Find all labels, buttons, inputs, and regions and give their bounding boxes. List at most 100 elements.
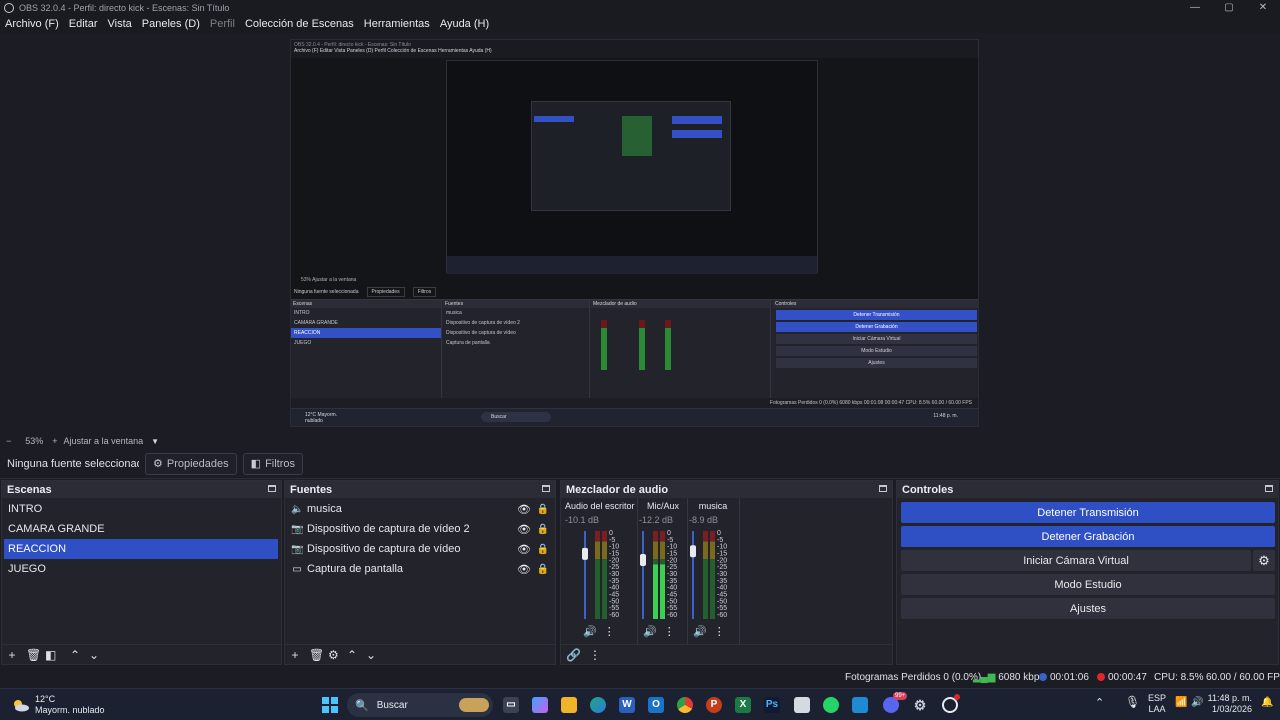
scene-item-juego[interactable]: JUEGO (2, 559, 281, 579)
lock-icon[interactable]: 🔒 (537, 504, 549, 515)
eye-icon[interactable]: 👁 (517, 563, 531, 576)
source-item-musica[interactable]: 🔈 musica 👁 🔒 (285, 499, 555, 519)
language-code: ESP (1148, 693, 1167, 703)
channel-meter[interactable]: 0-5-10-15-20-25-30-35-40-45-50-55-60 (639, 529, 687, 623)
filter-icon[interactable]: ◧ (45, 648, 56, 662)
wifi-icon[interactable]: 📶 (1175, 697, 1187, 708)
media-player-icon[interactable] (852, 697, 868, 713)
eye-icon[interactable]: 👁 (517, 523, 531, 536)
zoom-in-button[interactable]: + (52, 436, 57, 446)
studio-mode-button[interactable]: Modo Estudio (901, 574, 1275, 595)
store-icon[interactable] (794, 697, 810, 713)
chevron-down-icon[interactable]: ▼ (151, 437, 159, 446)
outlook-icon[interactable]: O (648, 697, 664, 713)
scene-item-reaccion[interactable]: REACCION (4, 539, 278, 559)
source-item-capture-2[interactable]: 📷 Dispositivo de captura de vídeo 2 👁 🔒 (285, 519, 555, 539)
scene-item-camara-grande[interactable]: CAMARA GRANDE (2, 519, 281, 539)
whatsapp-icon[interactable] (823, 697, 839, 713)
trash-icon[interactable]: 🗑 (26, 648, 41, 662)
lock-icon[interactable]: 🔒 (537, 524, 549, 535)
fader-handle[interactable] (582, 547, 588, 560)
gear-icon[interactable]: ⚙ (1253, 550, 1275, 571)
undock-icon[interactable] (268, 485, 276, 492)
settings-button[interactable]: Ajustes (901, 598, 1275, 619)
weather-widget[interactable]: 12°C Mayorm. nublado (10, 694, 105, 716)
excel-icon[interactable]: X (735, 697, 751, 713)
more-options-icon[interactable]: ⋮ (714, 626, 725, 638)
volume-icon[interactable]: 🔊 (1191, 697, 1203, 708)
speaker-icon[interactable]: 🔊 (643, 626, 657, 638)
search-highlight-icon (459, 698, 489, 712)
properties-button[interactable]: ⚙ Propiedades (145, 452, 237, 475)
stop-recording-button[interactable]: Detener Grabación (901, 526, 1275, 547)
zoom-fit-label[interactable]: Ajustar a la ventana (64, 436, 144, 446)
photoshop-icon[interactable]: Ps (764, 697, 780, 713)
menu-paneles[interactable]: Paneles (D) (142, 18, 200, 30)
more-options-icon[interactable]: ⋮ (589, 648, 601, 662)
add-scene-icon[interactable]: + (7, 648, 17, 662)
signal-bars-icon: ▂▄▆ (973, 672, 996, 683)
start-virtual-camera-button[interactable]: Iniciar Cámara Virtual (901, 550, 1251, 571)
windows-start-icon[interactable] (322, 697, 338, 713)
preview-canvas[interactable]: OBS 32.0.4 - Perfil: directo kick - Esce… (290, 39, 979, 427)
menu-coleccion-escenas[interactable]: Colección de Escenas (245, 18, 354, 30)
stop-stream-button[interactable]: Detener Transmisión (901, 502, 1275, 523)
taskbar-search[interactable]: 🔍 Buscar (347, 693, 493, 717)
scene-item-intro[interactable]: INTRO (2, 499, 281, 519)
speaker-icon[interactable]: 🔊 (583, 626, 597, 638)
menu-editar[interactable]: Editar (69, 18, 98, 30)
meter-yellow-zone (602, 541, 607, 560)
copilot-icon[interactable] (532, 697, 548, 713)
clock[interactable]: 11:48 p. m. 1/03/2026 (1206, 693, 1252, 715)
move-down-icon[interactable]: ⌄ (89, 648, 99, 662)
menu-vista[interactable]: Vista (108, 18, 132, 30)
filters-button[interactable]: ◧ Filtros (242, 452, 304, 475)
preview-area[interactable]: OBS 32.0.4 - Perfil: directo kick - Esce… (0, 33, 1280, 433)
menu-archivo[interactable]: Archivo (F) (5, 18, 59, 30)
chrome-icon[interactable] (677, 697, 693, 713)
zoom-out-button[interactable]: − (6, 436, 11, 446)
more-options-icon[interactable]: ⋮ (664, 626, 675, 638)
file-explorer-icon[interactable] (561, 697, 577, 713)
undock-icon[interactable] (879, 485, 887, 492)
lock-icon[interactable]: 🔒 (537, 564, 549, 575)
settings-gear-icon[interactable]: ⚙ (912, 697, 928, 713)
move-up-icon[interactable]: ⌃ (70, 648, 80, 662)
fader-track (692, 531, 694, 619)
more-options-icon[interactable]: ⋮ (604, 626, 615, 638)
meter-yellow-zone (710, 541, 715, 560)
source-item-screen[interactable]: ▭ Captura de pantalla 👁 🔒 (285, 559, 555, 579)
add-source-icon[interactable]: + (290, 648, 300, 662)
powerpoint-icon[interactable]: P (706, 697, 722, 713)
minimize-button[interactable]: — (1178, 0, 1212, 15)
fader-handle[interactable] (690, 545, 696, 558)
move-down-icon[interactable]: ⌄ (366, 648, 376, 662)
chevron-up-icon[interactable]: ⌃ (1095, 698, 1104, 709)
menu-ayuda[interactable]: Ayuda (H) (440, 18, 489, 30)
source-item-capture-1[interactable]: 📷 Dispositivo de captura de vídeo 👁 🔒 (285, 539, 555, 559)
undock-icon[interactable] (1265, 485, 1273, 492)
link-icon[interactable]: 🔗 (566, 648, 581, 662)
eye-icon[interactable]: 👁 (517, 543, 531, 556)
channel-meter[interactable]: 0-5-10-15-20-25-30-35-40-45-50-55-60 (689, 529, 737, 623)
close-button[interactable]: ✕ (1246, 0, 1280, 15)
task-view-icon[interactable]: ▭ (503, 697, 519, 713)
weather-desc: Mayorm. nublado (35, 705, 105, 715)
notifications-icon[interactable]: 🔔 (1261, 697, 1273, 708)
undock-icon[interactable] (542, 485, 550, 492)
language-indicator[interactable]: ESP LAA (1148, 693, 1166, 715)
menu-herramientas[interactable]: Herramientas (364, 18, 430, 30)
fader-track (642, 531, 644, 619)
channel-meter[interactable]: 0-5-10-15-20-25-30-35-40-45-50-55-60 (565, 529, 633, 623)
edge-icon[interactable] (590, 697, 606, 713)
fader-handle[interactable] (640, 554, 646, 567)
lock-icon[interactable]: 🔒 (537, 544, 549, 555)
gear-icon[interactable]: ⚙ (328, 648, 339, 662)
eye-icon[interactable]: 👁 (517, 503, 531, 516)
microphone-icon[interactable]: 🎙 (1125, 696, 1140, 708)
trash-icon[interactable]: 🗑 (309, 648, 324, 662)
move-up-icon[interactable]: ⌃ (347, 648, 357, 662)
speaker-icon[interactable]: 🔊 (693, 626, 707, 638)
maximize-button[interactable]: ▢ (1212, 0, 1246, 15)
word-icon[interactable]: W (619, 697, 635, 713)
